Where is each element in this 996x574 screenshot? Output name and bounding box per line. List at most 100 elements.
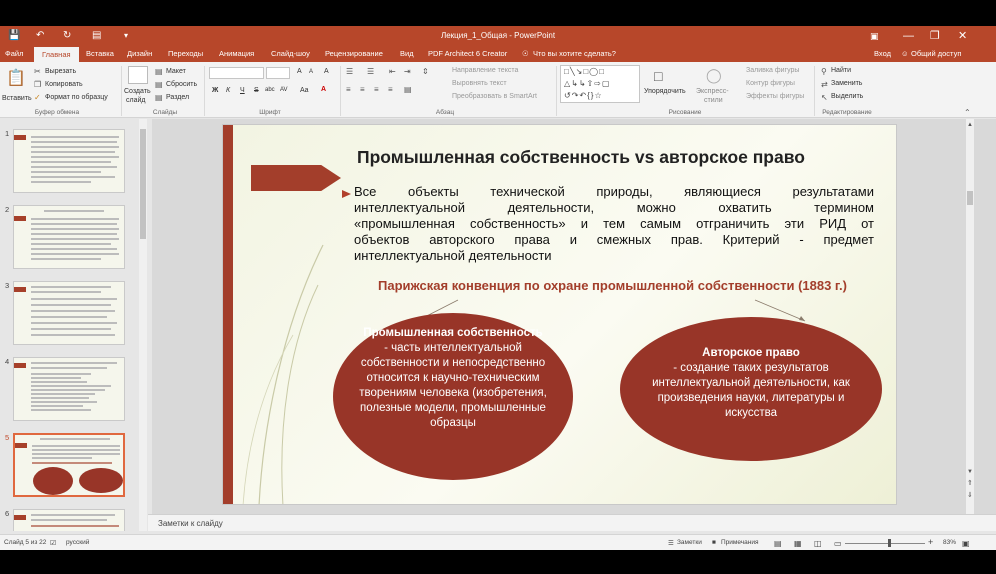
shape-fill-button[interactable]: Заливка фигуры <box>746 67 799 74</box>
reading-view-icon[interactable]: ◫ <box>814 539 822 548</box>
columns-icon[interactable]: ▤ <box>404 85 412 94</box>
language-indicator[interactable]: русский <box>66 539 89 546</box>
shape-effects-button[interactable]: Эффекты фигуры <box>746 93 804 100</box>
reset-button[interactable]: Сбросить <box>166 81 197 88</box>
slide-thumbnail-4[interactable] <box>13 357 125 421</box>
justify-icon[interactable]: ≡ <box>388 85 393 94</box>
scroll-down-icon[interactable]: ▼ <box>967 469 973 475</box>
grow-font-button[interactable]: A <box>297 68 302 75</box>
indent-decrease-icon[interactable]: ⇤ <box>389 67 396 76</box>
zoom-slider-thumb[interactable] <box>888 539 891 547</box>
tab-home[interactable]: Главная <box>34 47 79 62</box>
notes-pane[interactable]: Заметки к слайду <box>148 514 996 531</box>
tab-pdf-architect[interactable]: PDF Architect 6 Creator <box>428 49 507 58</box>
align-text-button[interactable]: Выровнять текст <box>452 80 507 87</box>
format-painter-button[interactable]: Формат по образцу <box>45 94 108 101</box>
minimize-icon[interactable]: — <box>903 29 914 43</box>
shapes-gallery[interactable]: □╲↘□◯□ △↳↳⇧⇨▢ ↺↷↶{}☆ <box>560 65 640 103</box>
spacing-button[interactable]: AV <box>280 87 288 93</box>
shadow-button[interactable]: abc <box>265 87 275 93</box>
clear-format-button[interactable]: A <box>324 68 329 75</box>
slide-canvas[interactable]: Промышленная собственность vs авторское … <box>222 124 897 505</box>
cut-button[interactable]: Вырезать <box>45 68 76 75</box>
editor-scrollbar-thumb[interactable] <box>967 191 973 205</box>
editor-scrollbar[interactable] <box>966 119 974 514</box>
new-slide-button[interactable]: Создать <box>124 88 151 95</box>
thumbnails-scrollbar[interactable] <box>139 119 147 531</box>
previous-slide-icon[interactable]: ⇑ <box>967 479 973 487</box>
tab-review[interactable]: Рецензирование <box>325 49 383 58</box>
shape-outline-button[interactable]: Контур фигуры <box>746 80 795 87</box>
shrink-font-button[interactable]: A <box>309 69 313 75</box>
numbering-icon[interactable]: ☰ <box>367 67 374 76</box>
collapse-ribbon-icon[interactable]: ⌃ <box>964 108 971 117</box>
scroll-up-icon[interactable]: ▲ <box>967 122 973 128</box>
bullets-icon[interactable]: ☰ <box>346 67 353 76</box>
zoom-out-icon[interactable]: – <box>836 537 841 547</box>
restore-ribbon-icon[interactable]: ▣ <box>870 29 879 43</box>
arrange-button[interactable]: Упорядочить <box>644 88 686 95</box>
tab-insert[interactable]: Вставка <box>86 49 114 58</box>
italic-button[interactable]: К <box>226 87 230 94</box>
text-direction-button[interactable]: Направление текста <box>452 67 518 74</box>
spellcheck-icon[interactable]: ☑ <box>50 539 56 547</box>
tell-me-search[interactable]: Что вы хотите сделать? <box>533 49 616 58</box>
tab-view[interactable]: Вид <box>400 49 414 58</box>
quick-styles-icon[interactable]: ◯ <box>706 67 722 84</box>
tab-animation[interactable]: Анимация <box>219 49 254 58</box>
tab-file[interactable]: Файл <box>5 49 23 58</box>
slide-thumbnail-3[interactable] <box>13 281 125 345</box>
new-slide-icon[interactable] <box>128 66 148 84</box>
zoom-level[interactable]: 83% <box>943 539 956 546</box>
font-color-button[interactable]: A <box>321 86 326 93</box>
zoom-in-icon[interactable]: + <box>928 537 933 547</box>
share-button[interactable]: Общий доступ <box>911 49 961 58</box>
find-button[interactable]: Найти <box>831 67 851 74</box>
indent-increase-icon[interactable]: ⇥ <box>404 67 411 76</box>
section-button[interactable]: Раздел <box>166 94 189 101</box>
notes-toggle-button[interactable]: Заметки <box>677 539 702 546</box>
slide-thumbnail-6[interactable] <box>13 509 125 531</box>
close-icon[interactable]: ✕ <box>958 29 967 43</box>
slide-bullet-text[interactable]: Все объекты технической природы, являющи… <box>334 184 874 264</box>
paste-button[interactable]: Вставить <box>2 95 32 102</box>
quick-styles-button[interactable]: Экспресс- <box>696 88 729 95</box>
align-left-icon[interactable]: ≡ <box>346 85 351 94</box>
industrial-property-ellipse[interactable]: Промышленная собственность - часть интел… <box>333 313 573 480</box>
smartart-button[interactable]: Преобразовать в SmartArt <box>452 93 537 100</box>
align-center-icon[interactable]: ≡ <box>360 85 365 94</box>
slide-thumbnail-5[interactable] <box>13 433 125 497</box>
replace-button[interactable]: Заменить <box>831 80 862 87</box>
underline-button[interactable]: Ч <box>240 87 245 94</box>
zoom-slider-track[interactable] <box>845 543 925 544</box>
layout-button[interactable]: Макет <box>166 68 186 75</box>
thumbnails-scrollbar-thumb[interactable] <box>140 129 146 239</box>
select-button[interactable]: Выделить <box>831 93 863 100</box>
comments-button[interactable]: Примечания <box>721 539 759 546</box>
convention-heading[interactable]: Парижская конвенция по охране промышленн… <box>223 278 896 293</box>
fit-slide-icon[interactable]: ▣ <box>962 539 970 548</box>
font-name-input[interactable] <box>209 67 264 79</box>
maximize-icon[interactable]: ❐ <box>930 29 940 43</box>
strike-button[interactable]: S <box>254 87 259 94</box>
tab-design[interactable]: Дизайн <box>127 49 152 58</box>
align-right-icon[interactable]: ≡ <box>374 85 379 94</box>
case-button[interactable]: Aa <box>300 87 309 94</box>
font-size-input[interactable] <box>266 67 290 79</box>
thumb-accent <box>15 443 27 448</box>
paste-icon[interactable]: 📋 <box>6 68 26 88</box>
signin-link[interactable]: Вход <box>874 49 891 58</box>
tab-transitions[interactable]: Переходы <box>168 49 203 58</box>
bold-button[interactable]: Ж <box>212 87 218 94</box>
copyright-ellipse[interactable]: Авторское право - создание таких результ… <box>620 317 882 461</box>
slide-sorter-icon[interactable]: ▦ <box>794 539 802 548</box>
line-spacing-icon[interactable]: ⇕ <box>422 67 429 76</box>
normal-view-icon[interactable]: ▤ <box>774 539 782 548</box>
slide-thumbnail-2[interactable] <box>13 205 125 269</box>
slide-title[interactable]: Промышленная собственность vs авторское … <box>311 147 851 168</box>
tab-slideshow[interactable]: Слайд-шоу <box>271 49 310 58</box>
arrange-icon[interactable]: □ <box>654 68 662 84</box>
copy-button[interactable]: Копировать <box>45 81 83 88</box>
slide-thumbnail-1[interactable] <box>13 129 125 193</box>
next-slide-icon[interactable]: ⇓ <box>967 491 973 499</box>
